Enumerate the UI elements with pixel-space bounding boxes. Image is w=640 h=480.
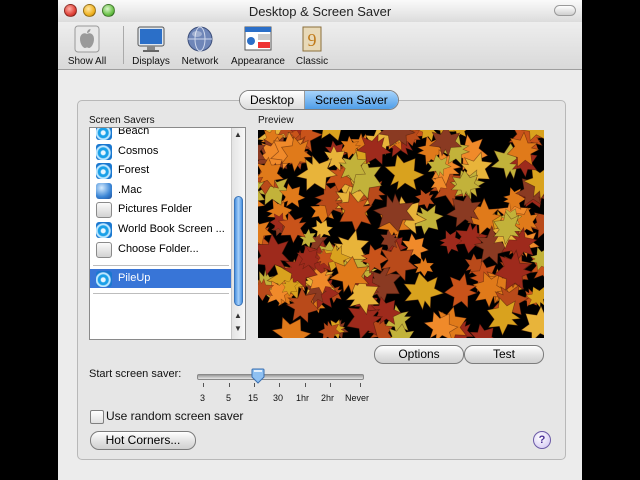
slider-tick xyxy=(360,383,361,387)
appearance-icon xyxy=(242,24,274,54)
list-item-label: Pictures Folder xyxy=(118,203,192,215)
toolbar-label: Show All xyxy=(67,56,107,67)
toolbar-toggle-button[interactable] xyxy=(554,5,576,16)
slider-tick-label: 30 xyxy=(273,393,284,403)
list-item[interactable]: World Book Screen ... xyxy=(90,220,231,239)
start-slider-track[interactable] xyxy=(197,374,364,380)
slider-tick xyxy=(330,383,331,387)
list-divider xyxy=(93,265,229,266)
slider-tick xyxy=(229,383,230,387)
pileup-preview-image xyxy=(258,130,544,338)
random-label: Use random screen saver xyxy=(106,409,244,423)
slider-tick-label: 2hr xyxy=(321,393,335,403)
screen-saver-list[interactable]: Beach Cosmos Forest .Mac Pictures Folder… xyxy=(89,127,246,340)
screen-saver-icon xyxy=(96,128,112,140)
options-button[interactable]: Options xyxy=(374,345,464,364)
toolbar-network[interactable]: Network xyxy=(178,24,222,67)
folder-icon xyxy=(96,242,112,258)
start-screen-saver-label: Start screen saver: xyxy=(89,368,182,380)
list-item[interactable]: Choose Folder... xyxy=(90,240,231,259)
list-item-label: Choose Folder... xyxy=(118,243,199,255)
toolbar-separator xyxy=(123,26,124,64)
list-item[interactable]: Forest xyxy=(90,161,231,180)
slider-tick-label: 15 xyxy=(248,393,259,403)
list-item[interactable]: Beach xyxy=(90,127,231,141)
slider-tick xyxy=(203,383,204,387)
list-item-label: .Mac xyxy=(118,184,142,196)
list-item-selected[interactable]: PileUp xyxy=(90,269,231,288)
slider-tick xyxy=(305,383,306,387)
title-bar[interactable]: Desktop & Screen Saver xyxy=(58,0,582,23)
toolbar-appearance[interactable]: Appearance xyxy=(228,24,288,67)
preview-area xyxy=(258,130,544,338)
toolbar-show-all[interactable]: Show All xyxy=(66,24,108,67)
toolbar-label: Appearance xyxy=(231,56,285,67)
scrollbar-thumb[interactable] xyxy=(234,196,243,306)
tab-desktop[interactable]: Desktop xyxy=(240,91,306,109)
screen-saver-icon xyxy=(96,271,112,287)
list-item-label: World Book Screen ... xyxy=(118,223,225,235)
dotmac-icon xyxy=(96,183,112,199)
list-item-label: PileUp xyxy=(118,272,151,284)
svg-text:9: 9 xyxy=(308,30,317,50)
leaf-shape xyxy=(403,271,445,311)
display-icon xyxy=(135,24,167,54)
leaf-shape xyxy=(271,316,312,338)
slider-tick-label: 3 xyxy=(200,393,206,403)
slider-tick-label: Never xyxy=(345,393,370,403)
list-scrollbar[interactable]: ▲ ▲ ▼ xyxy=(231,128,245,339)
slider-tick-label: 5 xyxy=(226,393,232,403)
start-slider-thumb[interactable] xyxy=(251,368,265,384)
toolbar-label: Classic xyxy=(295,56,329,67)
list-divider xyxy=(93,293,229,294)
list-item[interactable]: Pictures Folder xyxy=(90,200,231,219)
tab-control: Desktop Screen Saver xyxy=(239,90,399,110)
network-globe-icon xyxy=(184,24,216,54)
toolbar: Show All Displays Network Appearance 9 C… xyxy=(58,22,582,70)
classic-icon: 9 xyxy=(296,24,328,54)
scroll-up-arrow-icon[interactable]: ▲ xyxy=(234,311,242,320)
folder-icon xyxy=(96,202,112,218)
scroll-up-arrow-icon[interactable]: ▲ xyxy=(234,130,242,139)
slider-tick xyxy=(254,383,255,387)
help-button[interactable]: ? xyxy=(533,431,551,449)
toolbar-label: Displays xyxy=(132,56,170,67)
toolbar-displays[interactable]: Displays xyxy=(130,24,172,67)
list-item-label: Cosmos xyxy=(118,145,159,157)
list-item-label: Beach xyxy=(118,127,150,137)
screen-saver-icon xyxy=(96,222,112,238)
tab-screen-saver[interactable]: Screen Saver xyxy=(305,91,398,109)
list-item[interactable]: .Mac xyxy=(90,181,231,200)
slider-tick xyxy=(279,383,280,387)
scroll-down-arrow-icon[interactable]: ▼ xyxy=(234,324,242,333)
slider-tick-label: 1hr xyxy=(296,393,310,403)
apple-icon xyxy=(71,24,103,54)
toolbar-classic[interactable]: 9 Classic xyxy=(292,24,332,67)
hot-corners-button[interactable]: Hot Corners... xyxy=(90,431,196,450)
screen-saver-icon xyxy=(96,163,112,179)
list-item[interactable]: Cosmos xyxy=(90,142,231,161)
screen-saver-icon xyxy=(96,144,112,160)
preferences-window: Desktop & Screen Saver Show All Displays… xyxy=(58,0,582,480)
leaf-shape xyxy=(413,256,435,277)
screen-savers-heading: Screen Savers xyxy=(89,115,155,126)
test-button[interactable]: Test xyxy=(464,345,544,364)
window-title: Desktop & Screen Saver xyxy=(248,4,392,19)
random-checkbox[interactable] xyxy=(90,410,104,424)
list-item-label: Forest xyxy=(118,164,150,176)
toolbar-label: Network xyxy=(181,56,219,67)
preview-heading: Preview xyxy=(258,115,294,126)
